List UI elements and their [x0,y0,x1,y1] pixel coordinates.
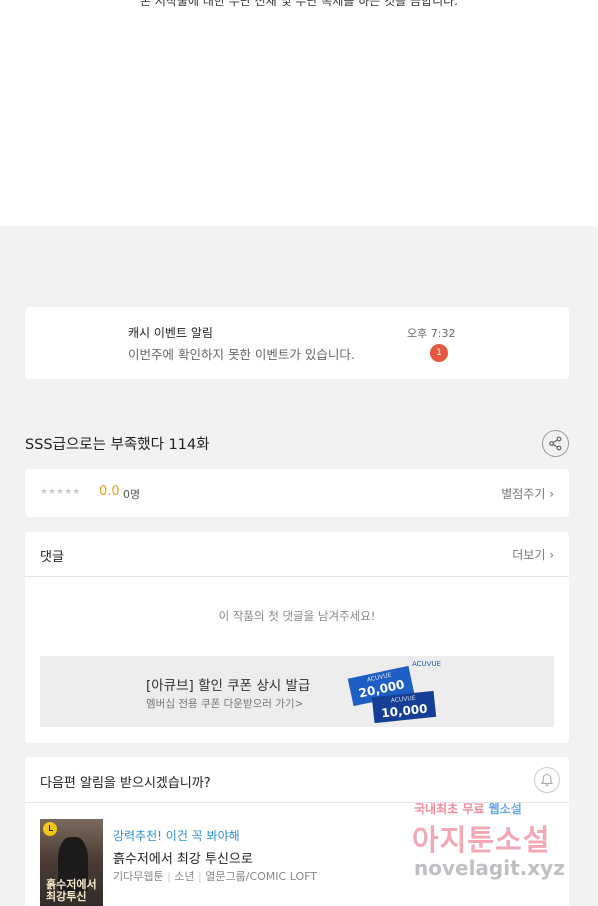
rating-bar: ★★★★★ 0.0 0명 별점주기 › [25,469,569,517]
meta-genre: 소년 [174,870,195,883]
alert-header: 다음편 알림을 받으시겠습니까? [25,757,569,803]
watermark-url: novelagit.xyz [414,856,565,880]
comments-label: 댓글 [40,550,64,565]
cash-event-notification[interactable]: 캐시 이벤트 알림 오후 7:32 이번주에 확인하지 못한 이벤트가 있습니다… [25,307,569,379]
meta-type: 기다무웹툰 [113,870,164,883]
alert-question: 다음편 알림을 받으시겠습니까? [40,776,211,791]
wait-free-clock-icon [43,822,57,836]
notification-time: 오후 7:32 [407,327,456,340]
ad-subtitle: 멤버십 전용 쿠폰 다운받으러 가기> [146,698,304,710]
site-watermark: 국내최초 무료 웹소설 아지툰소설 novelagit.xyz [410,800,580,890]
recommended-thumbnail[interactable]: 흙수저에서 최강투신 [40,819,103,906]
notification-message: 이번주에 확인하지 못한 이벤트가 있습니다. [128,347,355,362]
acuvue-ad-banner[interactable]: [아큐브] 할인 쿠폰 상시 발급 멤버십 전용 쿠폰 다운받으러 가기> AC… [40,656,554,727]
notification-badge: 1 [430,344,448,362]
recommendation-meta: 기다무웹툰 | 소년 | 열문그룹/COMIC LOFT [113,870,317,883]
coupon-10000: ACUVUE 10,000 [371,690,437,724]
comments-empty-message: 이 작품의 첫 댓글을 남겨주세요! [218,609,376,623]
ad-title: [아큐브] 할인 쿠폰 상시 발급 [146,678,311,694]
notification-title: 캐시 이벤트 알림 [128,326,213,340]
rating-score: 0.0 [99,484,120,499]
watermark-brand: 아지툰소설 [412,823,551,857]
bell-icon [540,773,554,786]
top-content-area: 본 저작물에 대한 무단 전재 및 무단 복제를 하는 것을 금합니다. [0,0,598,226]
comments-header: 댓글 더보기 › [25,532,569,577]
rating-count: 0명 [123,488,141,501]
meta-publisher: 열문그룹/COMIC LOFT [205,870,317,883]
rating-stars: ★★★★★ [40,487,81,497]
alert-bell-button[interactable] [534,767,560,793]
watermark-tagline-b: 웹소설 [488,802,522,816]
watermark-tagline-a: 국내최초 무료 [414,802,485,816]
rate-button[interactable]: 별점주기 › [501,485,554,502]
share-icon [549,436,562,451]
thumbnail-title-art: 흙수저에서 최강투신 [46,878,97,903]
share-button[interactable] [542,430,569,457]
recommendation-title[interactable]: 흙수저에서 최강 투신으로 [113,848,253,867]
comments-section: 댓글 더보기 › 이 작품의 첫 댓글을 남겨주세요! [아큐브] 할인 쿠폰 … [25,532,569,743]
watermark-tagline: 국내최초 무료 웹소설 [414,800,522,817]
comments-more-link[interactable]: 더보기 › [512,546,554,563]
recommendation-tag: 강력추천! 이건 꼭 봐야해 [113,829,240,843]
episode-title: SSS급으로는 부족했다 114화 [25,437,210,453]
copyright-notice: 본 저작물에 대한 무단 전재 및 무단 복제를 하는 것을 금합니다. [140,0,458,8]
acuvue-logo: ACUVUE [412,660,442,668]
